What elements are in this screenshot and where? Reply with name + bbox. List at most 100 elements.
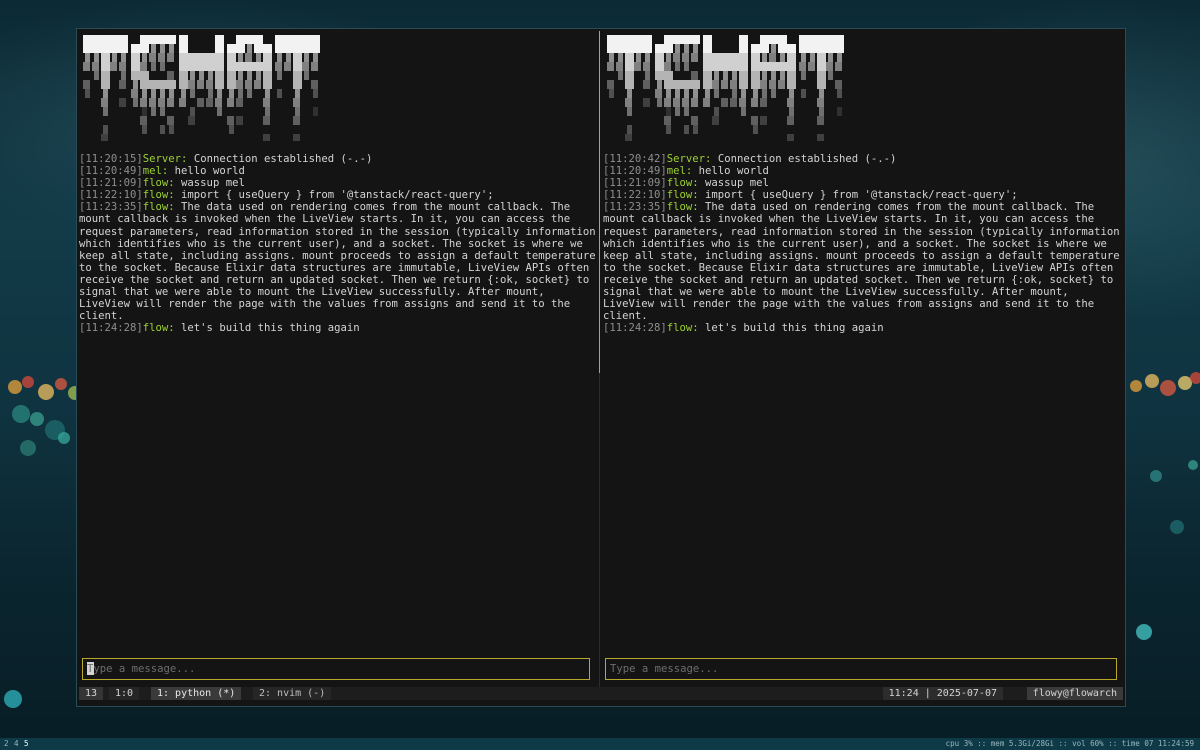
logo-drip <box>256 71 261 80</box>
bokeh-light <box>1130 380 1142 392</box>
logo-pixel <box>227 71 236 80</box>
logo-pixel <box>739 80 748 89</box>
terminal-window[interactable]: [11:20:15]Server: Connection established… <box>76 28 1126 707</box>
message-nick: flow: <box>666 189 699 202</box>
logo-pixel <box>769 62 778 71</box>
logo-pixel <box>826 44 835 53</box>
tmux-host: flowy@flowarch <box>1026 687 1123 700</box>
logo-pixel <box>703 44 712 53</box>
logo-drip <box>760 80 767 89</box>
logo-drip <box>238 71 243 80</box>
bokeh-light <box>30 412 44 426</box>
logo-drip <box>835 80 842 89</box>
logo-pixel <box>751 62 760 71</box>
logo-pixel <box>760 35 769 44</box>
logo-pixel <box>682 80 691 89</box>
bokeh-light <box>8 380 22 394</box>
tmux-window-nvim[interactable]: 2: nvim (-) <box>253 687 332 700</box>
message-input[interactable] <box>610 662 1105 676</box>
logo-drip <box>817 116 824 125</box>
logo-drip <box>609 89 614 98</box>
logo-pixel <box>817 44 826 53</box>
logo-drip <box>636 53 641 62</box>
logo-pixel <box>275 35 284 44</box>
logo-pixel <box>682 35 691 44</box>
message-nick: flow: <box>666 177 699 190</box>
logo-drip <box>741 89 746 98</box>
logo-pixel <box>664 80 673 89</box>
logo-pixel <box>101 53 110 62</box>
logo-drip <box>179 98 186 107</box>
logo-pixel <box>275 44 284 53</box>
logo-pixel <box>616 44 625 53</box>
logo-drip <box>101 98 108 107</box>
logo-drip <box>607 62 614 71</box>
message-input[interactable] <box>87 662 582 676</box>
logo-pixel <box>215 44 224 53</box>
logo-drip <box>236 116 243 125</box>
chat-message: [11:24:28]flow: let's build this thing a… <box>79 322 598 334</box>
logo-drip <box>753 89 758 98</box>
logo-drip <box>247 44 252 53</box>
logo-drip <box>712 80 719 89</box>
logo-drip <box>714 71 719 80</box>
chat-message: [11:20:49]mel: hello world <box>603 165 1122 177</box>
logo-drip <box>121 53 126 62</box>
logo-drip <box>238 53 243 62</box>
logo-pixel <box>149 35 158 44</box>
logo-drip <box>277 53 282 62</box>
tmux-session: 13 <box>79 687 104 700</box>
bokeh-light <box>20 440 36 456</box>
logo-drip <box>149 53 156 62</box>
chat-pane-right[interactable]: [11:20:42]Server: Connection established… <box>603 31 1123 683</box>
tmux-window-python[interactable]: 1: python (*) <box>151 687 242 700</box>
message-input-box[interactable] <box>82 658 590 680</box>
logo-drip <box>789 89 794 98</box>
message-input-box[interactable] <box>605 658 1117 680</box>
logo-pixel <box>751 53 760 62</box>
logo-pixel <box>787 71 796 80</box>
logo-drip <box>265 107 270 116</box>
logo-pixel <box>206 53 215 62</box>
message-timestamp: [11:21:09] <box>79 177 143 190</box>
workspace-2[interactable]: 2 <box>4 738 9 750</box>
logo-pixel <box>188 53 197 62</box>
logo-drip <box>313 107 318 116</box>
logo-pixel <box>227 62 236 71</box>
message-text: import { useQuery } from '@tanstack/reac… <box>698 189 1018 202</box>
logo-drip <box>160 125 165 134</box>
logo-pixel <box>721 53 730 62</box>
bokeh-light <box>58 432 70 444</box>
logo-pixel <box>254 62 263 71</box>
logo-drip <box>819 89 824 98</box>
logo-pixel <box>643 44 652 53</box>
logo-pixel <box>760 62 769 71</box>
logo-drip <box>151 107 156 116</box>
logo-drip <box>302 62 309 71</box>
bokeh-light <box>38 384 54 400</box>
message-timestamp: [11:20:49] <box>603 165 667 178</box>
logo-drip <box>227 116 234 125</box>
logo-drip <box>275 62 282 71</box>
logo-drip <box>167 98 174 107</box>
logo-drip <box>705 89 710 98</box>
workspace-5[interactable]: 5 <box>24 738 29 750</box>
logo-drip <box>217 107 222 116</box>
chat-message: [11:21:09]flow: wassup mel <box>603 177 1122 189</box>
workspace-4[interactable]: 4 <box>14 738 19 750</box>
message-nick: flow: <box>666 201 699 214</box>
logo-drip <box>263 116 270 125</box>
logo-drip <box>835 62 842 71</box>
logo-pixel <box>302 35 311 44</box>
logo-pixel <box>739 53 748 62</box>
logo-pixel <box>817 62 826 71</box>
logo-pixel <box>703 71 712 80</box>
chat-pane-left[interactable]: [11:20:15]Server: Connection established… <box>79 31 598 683</box>
logo-drip <box>657 98 662 107</box>
logo-drip <box>119 80 126 89</box>
logo-drip <box>666 107 671 116</box>
logo-drip <box>691 71 698 80</box>
chat-message: [11:23:35]flow: The data used on renderi… <box>79 201 598 322</box>
logo-pixel <box>263 62 272 71</box>
message-text: let's build this thing again <box>698 322 884 335</box>
